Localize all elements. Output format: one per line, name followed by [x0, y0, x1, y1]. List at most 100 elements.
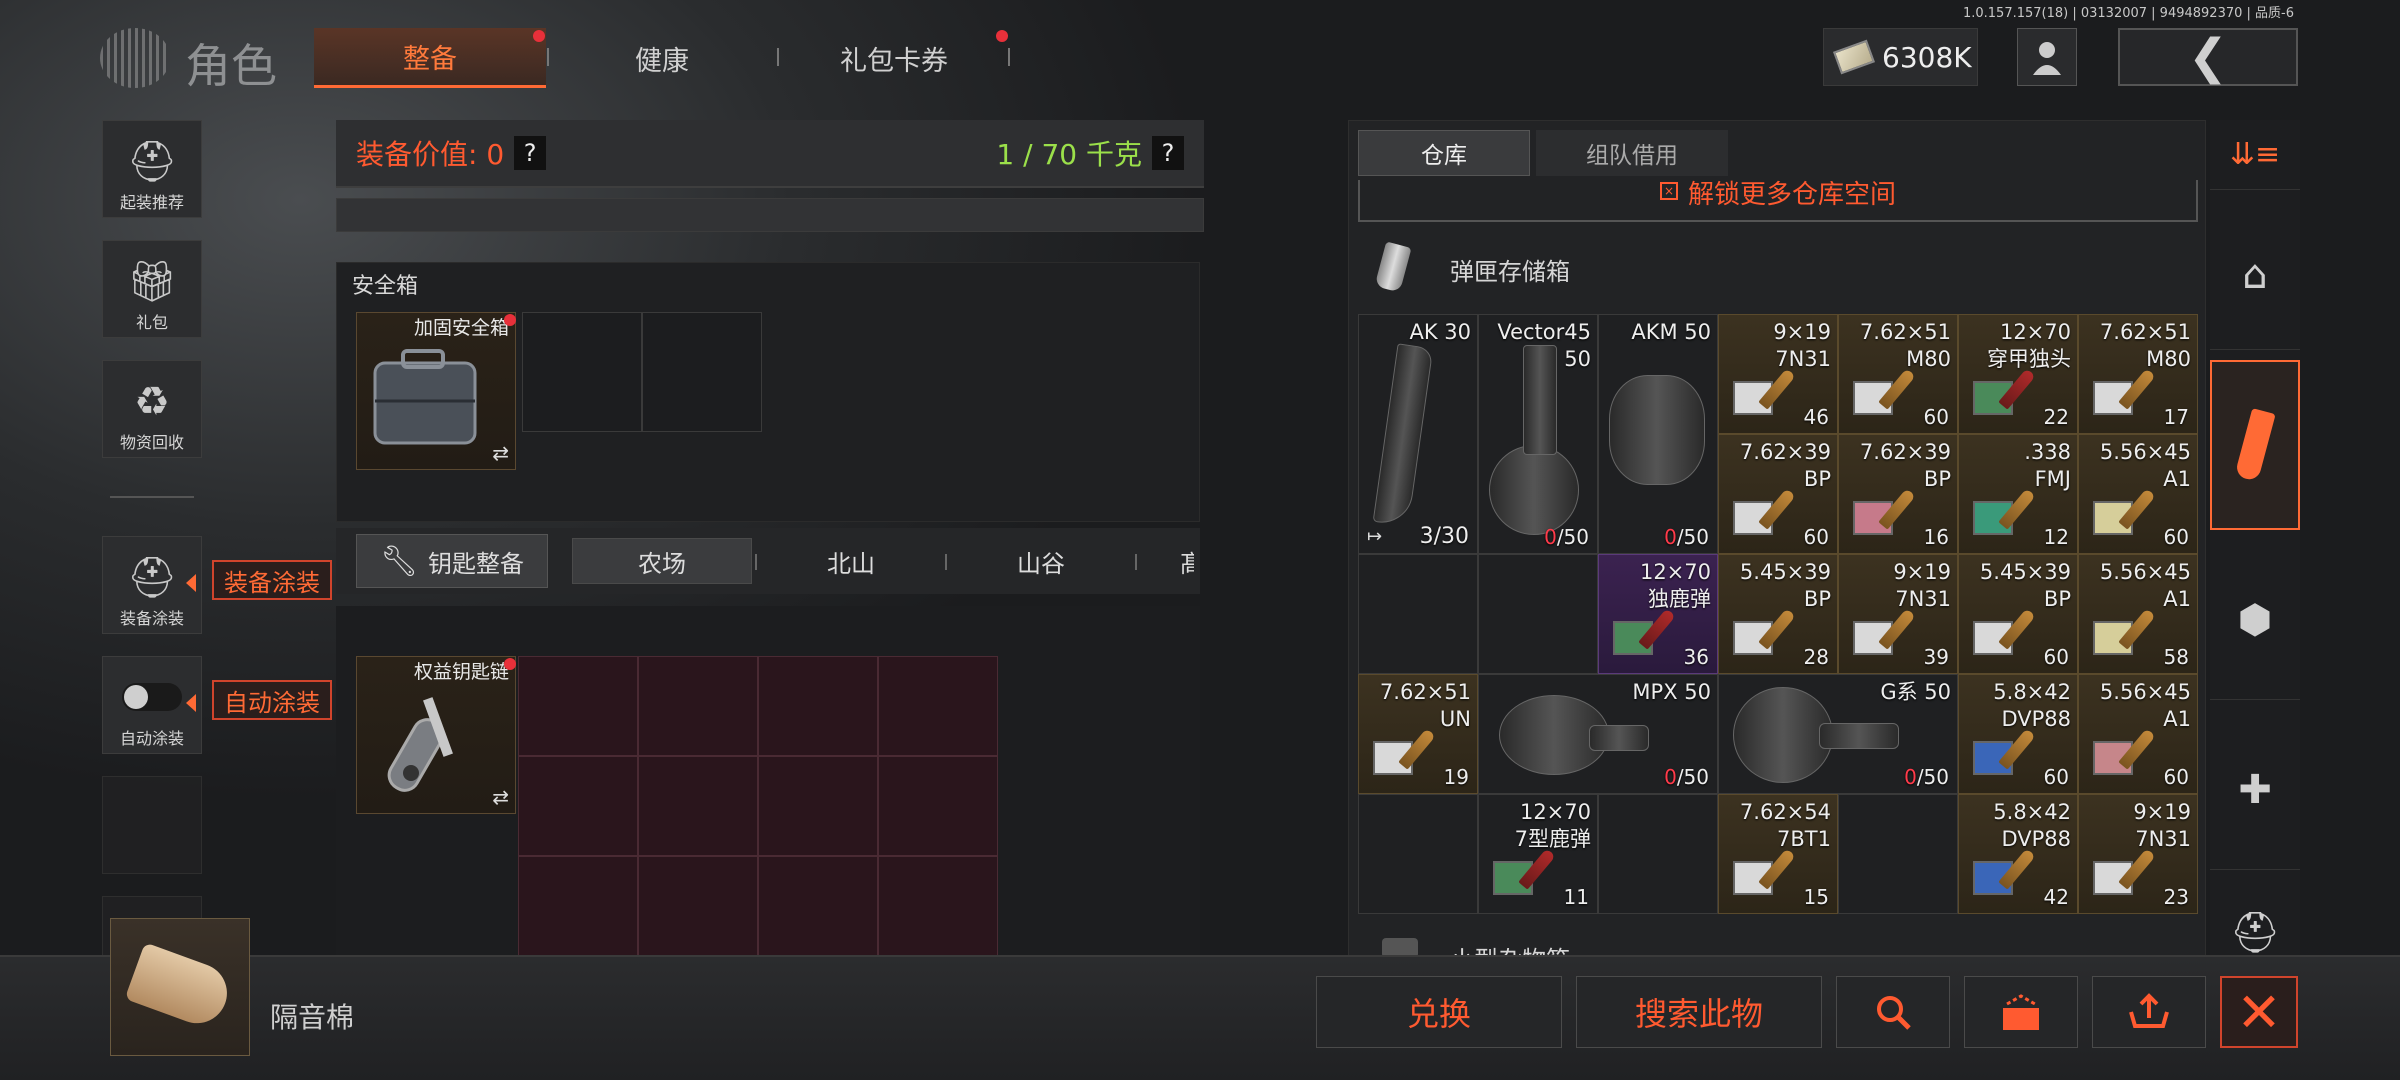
key-tab-valley[interactable]: 山谷	[948, 538, 1134, 584]
warehouse-cell[interactable]	[1478, 554, 1598, 674]
armor-category-icon[interactable]: ⬢	[2210, 540, 2300, 700]
warehouse-cell[interactable]: 12×70 穿甲独头 22	[1958, 314, 2078, 434]
swap-icon[interactable]: ⇄	[492, 785, 509, 809]
item-name: 7.62×51 UN	[1379, 680, 1471, 731]
key-tab-farm[interactable]: 农场	[572, 538, 752, 584]
tab-team-borrow[interactable]: 组队借用	[1536, 130, 1728, 176]
sidebar-item-gift[interactable]: 🎁︎ 礼包	[102, 240, 202, 338]
warehouse-cell[interactable]: Vector45 50 0/50	[1478, 314, 1598, 554]
sidebar-item-loadout-recommend[interactable]: ⛑ 起装推荐	[102, 120, 202, 218]
currency-display[interactable]: 6308K	[1823, 28, 1978, 86]
tab-separator	[777, 48, 779, 66]
item-count: 60	[2163, 765, 2189, 789]
item-name: G系 50	[1880, 680, 1951, 704]
auto-paint-toggle[interactable]	[122, 683, 182, 711]
medkit-category-icon[interactable]: ✚	[2210, 710, 2300, 870]
tab-gift-cards[interactable]: 礼包卡券	[780, 28, 1008, 88]
count-current: 0	[1544, 525, 1557, 549]
item-name: 7.62×39 BP	[1739, 440, 1831, 491]
back-button[interactable]: ❮	[2118, 28, 2298, 86]
warehouse-cell[interactable]: 5.45×39 BP 28	[1718, 554, 1838, 674]
safe-box-slot[interactable]	[642, 312, 762, 432]
tab-gear[interactable]: 整备	[314, 28, 546, 88]
sidebar-item-recycle[interactable]: ♻ 物资回收	[102, 360, 202, 458]
warehouse-cell[interactable]: 12×70 7型鹿弹 11	[1478, 794, 1598, 914]
item-name: Vector45 50	[1497, 320, 1591, 371]
warehouse-cell[interactable]: 12×70 独鹿弹 36	[1598, 554, 1718, 674]
weight-value: 1 / 70 千克	[996, 138, 1142, 171]
help-button[interactable]: ?	[1152, 136, 1184, 170]
search-item-button[interactable]: 搜索此物	[1576, 976, 1822, 1048]
warehouse-cell[interactable]: AKM 50 0/50	[1598, 314, 1718, 554]
item-count: 36	[1683, 645, 1709, 669]
warehouse-cell[interactable]: 7.62×39 BP 16	[1838, 434, 1958, 554]
item-count: 0/50	[1664, 765, 1709, 789]
warehouse-cell[interactable]: 5.45×39 BP 60	[1958, 554, 2078, 674]
item-name: 9×19 7N31	[1893, 560, 1951, 611]
tab-warehouse[interactable]: 仓库	[1358, 130, 1530, 176]
warehouse-cell[interactable]: 5.8×42 DVP88 60	[1958, 674, 2078, 794]
warehouse-cell[interactable]: 7.62×51 M80 17	[2078, 314, 2198, 434]
profile-button[interactable]	[2017, 28, 2077, 86]
gift-icon: 🎁︎	[126, 259, 178, 305]
warehouse-cell[interactable]: 5.8×42 DVP88 42	[1958, 794, 2078, 914]
tab-separator	[945, 554, 947, 570]
item-count: 60	[2163, 525, 2189, 549]
item-count: 60	[1923, 405, 1949, 429]
drum-mag-icon	[1609, 375, 1705, 485]
home-icon[interactable]: ⌂	[2210, 200, 2300, 350]
warehouse-cell[interactable]: 7.62×54 7BT1 15	[1718, 794, 1838, 914]
mag-neck	[1589, 725, 1649, 751]
sell-cart-icon[interactable]	[2092, 976, 2206, 1048]
item-count: 28	[1803, 645, 1829, 669]
item-count: 60	[2043, 765, 2069, 789]
warehouse-cell[interactable]: AK 30 3/30 ↦	[1358, 314, 1478, 554]
storage-box-icon[interactable]	[1964, 976, 2078, 1048]
cash-icon	[1832, 39, 1876, 75]
warehouse-cell[interactable]: 9×19 7N31 46	[1718, 314, 1838, 434]
warehouse-cell[interactable]: 7.62×39 BP 60	[1718, 434, 1838, 554]
search-icon[interactable]	[1836, 976, 1950, 1048]
warehouse-cell[interactable]: 7.62×51 M80 60	[1838, 314, 1958, 434]
warehouse-cell[interactable]: 7.62×51 UN 19	[1358, 674, 1478, 794]
unlock-more-space[interactable]: × 解锁更多仓库空间	[1358, 180, 2198, 222]
warehouse-cell[interactable]	[1598, 794, 1718, 914]
safe-case-icon	[373, 349, 477, 445]
item-name: AKM 50	[1631, 320, 1711, 344]
notification-dot	[996, 30, 1008, 42]
warehouse-cell[interactable]: 5.56×45 A1 60	[2078, 434, 2198, 554]
equip-paint-tag[interactable]: 装备涂装	[212, 560, 332, 600]
item-name: 5.45×39 BP	[1979, 560, 2071, 611]
keychain-grid[interactable]	[518, 656, 998, 956]
safe-box-slot[interactable]	[522, 312, 642, 432]
safe-box-item[interactable]: 加固安全箱 ⇄	[356, 312, 516, 470]
unlock-label: 解锁更多仓库空间	[1687, 180, 1896, 210]
warehouse-cell[interactable]: 5.56×45 A1 60	[2078, 674, 2198, 794]
magazine-icon	[2234, 408, 2276, 482]
close-icon[interactable]: ✕	[2220, 976, 2298, 1048]
help-button[interactable]: ?	[514, 136, 547, 170]
warehouse-cell[interactable]: 5.56×45 A1 58	[2078, 554, 2198, 674]
key-prepare-button[interactable]: 🔧︎ 钥匙整备	[356, 534, 548, 588]
warehouse-cell[interactable]: .338 FMJ 12	[1958, 434, 2078, 554]
item-name: 7.62×54 7BT1	[1739, 800, 1831, 851]
auto-paint-tag[interactable]: 自动涂装	[212, 680, 332, 720]
warehouse-cell[interactable]	[1358, 554, 1478, 674]
exchange-button[interactable]: 兑换	[1316, 976, 1562, 1048]
warehouse-cell[interactable]: MPX 50 0/50	[1478, 674, 1718, 794]
swap-icon[interactable]: ⇄	[492, 441, 509, 465]
helmet-category-icon[interactable]: ⛑	[2210, 880, 2300, 956]
warehouse-cell[interactable]: 9×19 7N31 23	[2078, 794, 2198, 914]
magazine-category-icon[interactable]	[2210, 360, 2300, 530]
key-tab-north-mountain[interactable]: 北山	[758, 538, 944, 584]
item-name: .338 FMJ	[2024, 440, 2071, 491]
item-name: 加固安全箱	[413, 317, 509, 339]
key-tab-more[interactable]: 髙	[1138, 538, 1194, 584]
tab-health[interactable]: 健康	[548, 28, 776, 88]
warehouse-cell[interactable]	[1838, 794, 1958, 914]
warehouse-cell[interactable]	[1358, 794, 1478, 914]
warehouse-cell[interactable]: 9×19 7N31 39	[1838, 554, 1958, 674]
sort-icon[interactable]: ⇊≡	[2210, 120, 2300, 190]
keychain-item[interactable]: 权益钥匙链 ⇄	[356, 656, 516, 814]
warehouse-cell[interactable]: G系 50 0/50	[1718, 674, 1958, 794]
